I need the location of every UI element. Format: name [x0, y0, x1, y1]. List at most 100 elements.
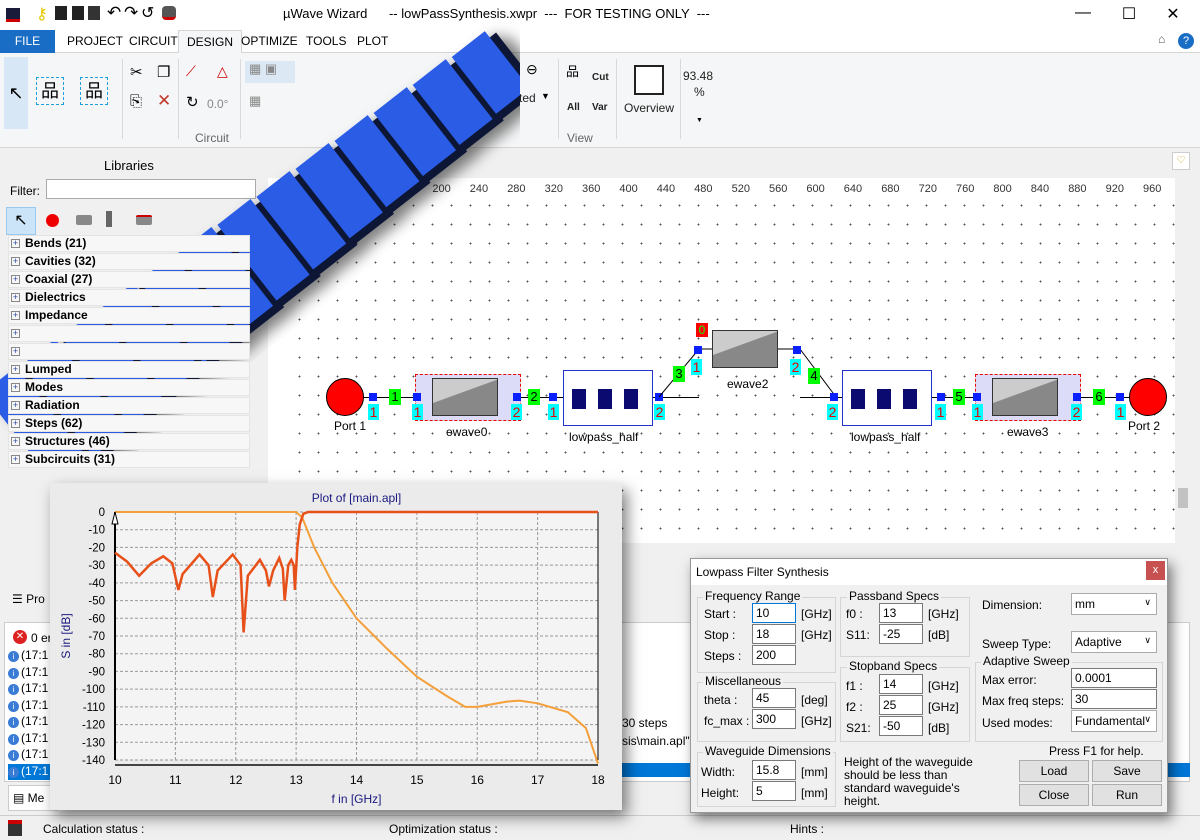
pin-label: 1	[935, 404, 946, 420]
collapse-ribbon-icon[interactable]: ⌂	[1158, 32, 1165, 46]
save-icon[interactable]	[72, 6, 84, 20]
close-button[interactable]: Close	[1019, 784, 1089, 806]
f0-input[interactable]: 13	[879, 603, 923, 623]
view-var-button[interactable]: Var	[592, 102, 608, 113]
node[interactable]	[973, 393, 981, 401]
node[interactable]	[830, 393, 838, 401]
library-dielectrics[interactable]: + Dielectrics	[8, 289, 250, 306]
s21-input[interactable]: -50	[879, 716, 923, 736]
steps-input[interactable]: 200	[752, 645, 796, 665]
library-structures[interactable]: + Structures (46)	[8, 433, 250, 450]
zoom-out-icon[interactable]: ⊖	[526, 61, 538, 78]
cut-view-button[interactable]: Cut	[592, 72, 609, 83]
save-as-icon[interactable]	[88, 6, 100, 20]
node[interactable]	[549, 393, 557, 401]
close-window-button[interactable]: ✕	[1158, 4, 1188, 24]
stop-input[interactable]: 18	[752, 624, 796, 644]
net-label: 4	[808, 368, 820, 384]
panel-toggle-icon[interactable]: ♡	[1172, 152, 1190, 170]
overview-icon[interactable]	[634, 65, 664, 95]
help-hint: Press F1 for help.	[1049, 744, 1144, 758]
sweep-type-label: Sweep Type:	[982, 637, 1052, 651]
fc-max-input[interactable]: 300	[752, 709, 796, 729]
theta-unit: [deg]	[801, 693, 828, 707]
node[interactable]	[937, 393, 945, 401]
node[interactable]	[694, 346, 702, 354]
library-cavities[interactable]: + Cavities (32)	[8, 253, 250, 270]
lowpass-half-2-label: lowpass_half	[851, 430, 921, 444]
open-icon[interactable]	[55, 6, 67, 20]
dimension-select[interactable]: mm ∨	[1071, 593, 1157, 615]
x-axis-label: f in [GHz]	[331, 792, 381, 806]
ewave3-waveguide-icon[interactable]	[992, 378, 1058, 416]
zoom-dropdown-icon[interactable]: ▼	[696, 117, 703, 124]
s-parameter-chart[interactable]: Plot of [main.apl] 10 11 12 13 14 15 16 17 18 0 -10…	[50, 483, 622, 810]
node[interactable]	[1073, 393, 1081, 401]
lowpass-half-2[interactable]	[842, 370, 932, 426]
x-tick-label: 12	[229, 773, 243, 787]
save-button[interactable]: Save	[1092, 760, 1162, 782]
info-icon: i	[8, 684, 19, 695]
pin-label: 2	[1071, 404, 1082, 420]
ewave2-waveguide-icon[interactable]	[712, 330, 778, 368]
library-modes[interactable]: + Modes	[8, 379, 250, 396]
library-bends[interactable]: + Bends (21)	[8, 235, 250, 252]
y-tick-label: -30	[88, 560, 105, 572]
overview-button[interactable]: Overview	[624, 101, 674, 115]
ruler-x-tick: 560	[769, 183, 788, 195]
f2-input[interactable]: 25	[879, 695, 923, 715]
status-bar: Calculation status : Optimization status…	[0, 815, 1200, 840]
max-error-input[interactable]: 0.0001	[1071, 668, 1157, 688]
node[interactable]	[793, 346, 801, 354]
dialog-close-button[interactable]: x	[1146, 561, 1165, 580]
error-count[interactable]: 0 er	[31, 631, 52, 645]
f1-input[interactable]: 14	[879, 674, 923, 694]
width-input[interactable]: 15.8	[752, 760, 796, 780]
maximize-button[interactable]: ☐	[1114, 4, 1144, 24]
help-icon[interactable]: ?	[1178, 33, 1194, 49]
lowpass-half-1[interactable]	[563, 370, 653, 426]
max-freq-steps-input[interactable]: 30	[1071, 689, 1157, 709]
x-tick-label: 17	[531, 773, 545, 787]
component-icon[interactable]	[162, 6, 176, 20]
minimize-button[interactable]: —	[1068, 4, 1098, 22]
library-steps[interactable]: + Steps (62)	[8, 415, 250, 432]
start-label: Start :	[704, 607, 737, 621]
height-input[interactable]: 5	[752, 781, 796, 801]
library-subcircuits[interactable]: + Subcircuits (31)	[8, 451, 250, 468]
used-modes-select[interactable]: Fundamental ∨	[1071, 710, 1157, 732]
library-coaxial[interactable]: + Coaxial (27)	[8, 271, 250, 288]
library-radiation[interactable]: + Radiation	[8, 397, 250, 414]
load-button[interactable]: Load	[1019, 760, 1089, 782]
chevron-down-icon[interactable]: ▼	[541, 91, 550, 101]
sweep-type-select[interactable]: Adaptive ∨	[1071, 631, 1157, 653]
steps-label: Steps :	[704, 649, 742, 663]
width-unit: [mm]	[801, 765, 828, 779]
ruler-x-tick: 640	[843, 183, 863, 195]
tree-icon[interactable]: 品	[566, 61, 579, 80]
node[interactable]	[1116, 393, 1124, 401]
library-impedance[interactable]: + Impedance	[8, 307, 250, 324]
f2-label: f2 :	[846, 700, 863, 714]
calculation-status: Calculation status :	[43, 822, 145, 836]
ewave3-label: ewave3	[1007, 425, 1049, 439]
port-2[interactable]	[1129, 378, 1167, 416]
view-all-button[interactable]: All	[567, 102, 580, 113]
error-icon: ✕	[13, 630, 27, 644]
run-button[interactable]: Run	[1092, 784, 1162, 806]
ruler-x-tick: 840	[1030, 183, 1050, 195]
ruler-x-tick: 520	[731, 183, 750, 195]
library-lumped[interactable]: + Lumped	[8, 361, 250, 378]
adaptive-sweep-legend: Adaptive Sweep	[981, 654, 1072, 668]
library-item[interactable]: +	[8, 325, 250, 342]
waveguide-dimensions-legend: Waveguide Dimensions	[703, 744, 833, 758]
s11-input[interactable]: -25	[879, 624, 923, 644]
library-item[interactable]: +	[8, 343, 250, 360]
theta-input[interactable]: 45	[752, 688, 796, 708]
pin-label: 1	[548, 404, 559, 420]
lowpass-half-1-label: lowpass_half	[569, 430, 639, 444]
vertical-scrollbar[interactable]	[1176, 178, 1190, 543]
start-input[interactable]: 10	[752, 603, 796, 623]
ruler-x-tick: 600	[806, 183, 825, 195]
y-tick-label: -120	[82, 720, 105, 732]
